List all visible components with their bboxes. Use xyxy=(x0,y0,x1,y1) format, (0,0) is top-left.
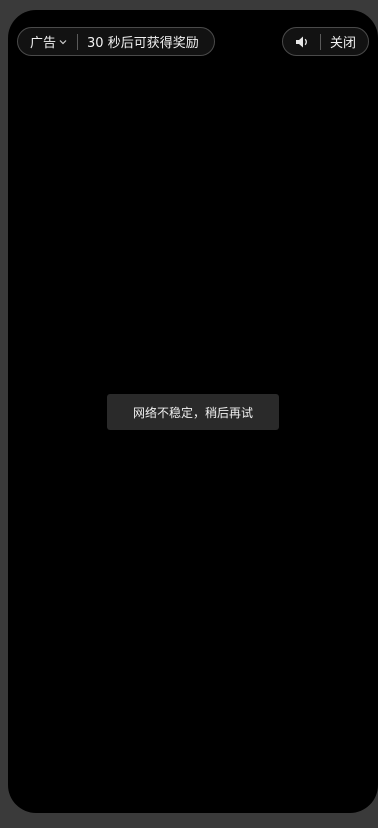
toast-message: 网络不稳定，稍后再试 xyxy=(132,405,253,420)
ad-player-frame: 广告 30 秒后可获得奖励 关闭 网络不稳定，稍后再试 xyxy=(8,10,378,813)
ad-label-text: 广告 xyxy=(30,36,57,51)
chevron-down-icon xyxy=(59,39,67,44)
reward-countdown: 30 秒后可获得奖励 xyxy=(87,36,199,51)
ad-controls-pill: 关闭 xyxy=(282,27,369,56)
ad-label-dropdown[interactable]: 广告 xyxy=(30,32,68,51)
ad-info-pill: 广告 30 秒后可获得奖励 xyxy=(17,27,215,56)
network-error-toast: 网络不稳定，稍后再试 xyxy=(107,394,279,430)
divider xyxy=(77,33,79,50)
divider xyxy=(320,33,321,50)
speaker-icon[interactable] xyxy=(295,35,311,49)
close-button[interactable]: 关闭 xyxy=(330,32,356,51)
